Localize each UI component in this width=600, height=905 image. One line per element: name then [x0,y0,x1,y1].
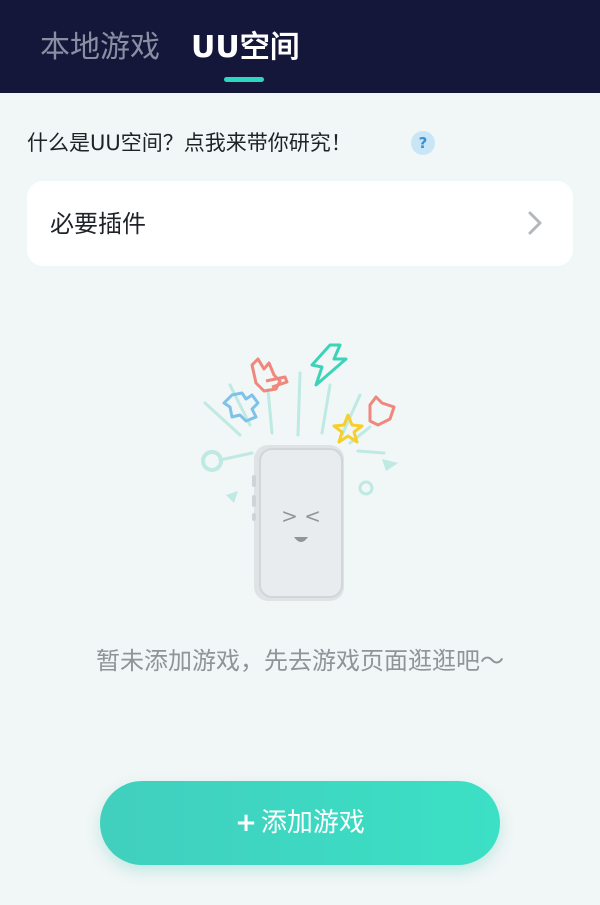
triangle-icon-right [382,459,398,471]
ring-icon-right [358,480,374,496]
phone-illustration: > < [252,445,344,601]
uu-space-intro-link[interactable]: 什么是UU空间？点我来带你研究！ [27,128,352,158]
phone-face: > < [281,504,321,528]
help-icon[interactable]: ? [411,131,435,155]
lightning-icon [310,343,348,387]
add-game-label: 添加游戏 [260,808,365,838]
waving-hand-icon [250,357,289,393]
empty-state-illustration: > < [201,343,398,601]
empty-state-message: 暂未添加游戏，先去游戏页面逛逛吧～ [96,647,504,675]
tab-uu-space[interactable]: UU空间 [191,28,300,68]
thumbs-up-icon [368,395,396,427]
required-plugins-row[interactable]: 必要插件 [27,181,573,266]
add-game-button[interactable]: + 添加游戏 [100,781,500,865]
ring-icon-left [201,450,223,472]
plus-icon: + [235,808,257,838]
triangle-icon-left [226,491,238,503]
required-plugins-label: 必要插件 [50,210,146,238]
active-tab-indicator [224,77,264,82]
top-navigation-bar: 本地游戏 UU空间 [0,0,600,93]
chevron-right-icon [528,211,542,235]
tab-local-games[interactable]: 本地游戏 [40,28,160,68]
